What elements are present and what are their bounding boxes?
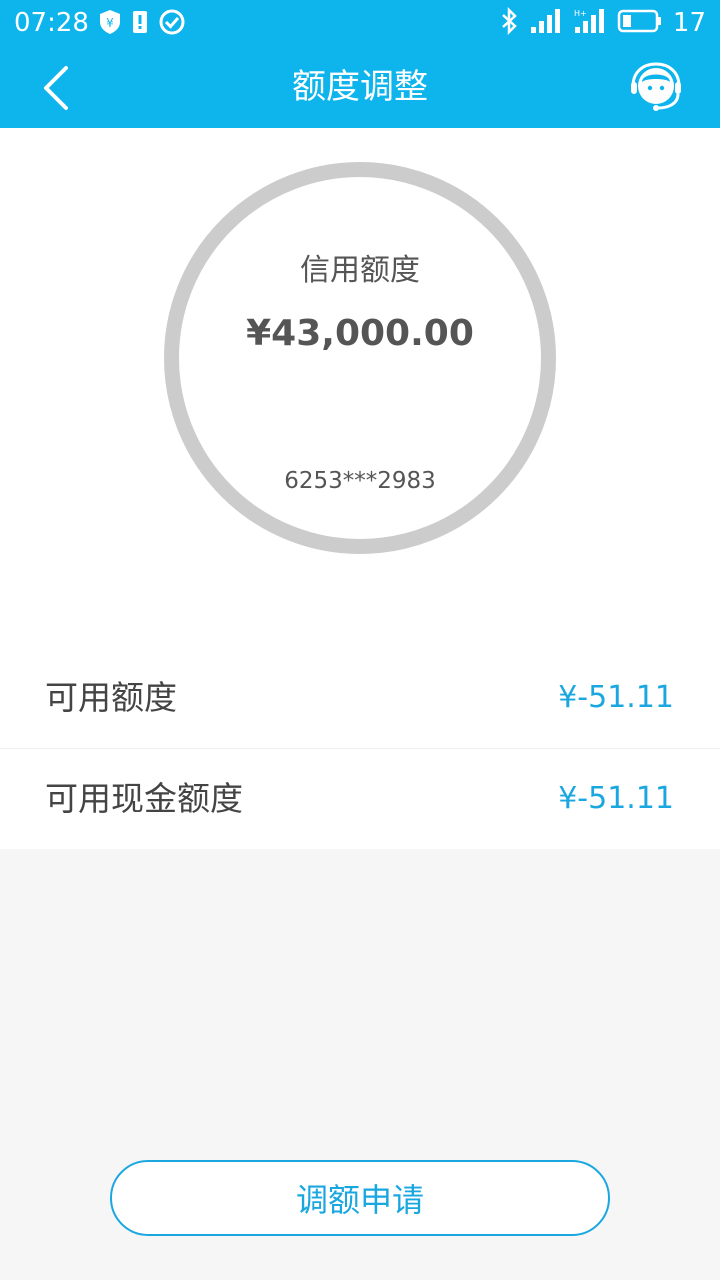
title-bar: 额度调整 [0,46,720,128]
battery-icon [617,8,663,38]
status-right-icons: H+ 17 [499,6,706,40]
bluetooth-icon [499,6,519,39]
status-left-icons: ¥ [98,8,186,40]
card-number: 6253***2983 [284,468,436,494]
apply-adjustment-button[interactable]: 调额申请 [110,1160,610,1236]
customer-service-button[interactable] [628,60,684,116]
alert-icon [132,8,148,40]
status-time: 07:28 [14,8,89,38]
status-bar: 07:28 ¥ H+ 17 [0,0,720,46]
credit-ring: 信用额度 ¥43,000.00 6253***2983 [164,162,556,554]
signal-hplus-icon: H+ [573,7,607,39]
svg-text:¥: ¥ [106,16,114,30]
available-cash-limit-row: 可用现金额度 ¥-51.11 [0,749,720,849]
shield-yen-icon: ¥ [98,8,122,40]
available-cash-limit-value: ¥-51.11 [558,781,674,816]
signal-icon [529,7,563,39]
customer-service-icon [631,62,681,111]
available-limit-value: ¥-51.11 [558,680,674,715]
credit-limit-label: 信用额度 [300,253,420,288]
available-limit-label: 可用额度 [45,678,177,717]
available-cash-limit-label: 可用现金额度 [45,779,243,818]
page-title: 额度调整 [292,67,428,107]
svg-text:H+: H+ [574,9,587,18]
battery-level: 17 [672,8,706,38]
check-circle-icon [158,8,186,40]
available-limit-row: 可用额度 ¥-51.11 [0,648,720,749]
credit-limit-amount: ¥43,000.00 [246,313,474,354]
